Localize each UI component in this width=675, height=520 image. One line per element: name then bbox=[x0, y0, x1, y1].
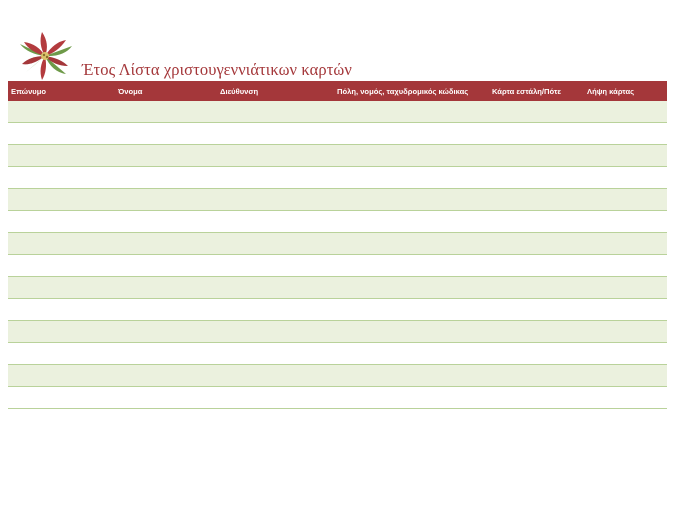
poinsettia-logo bbox=[20, 32, 72, 80]
column-header-address: Διεύθυνση bbox=[220, 87, 259, 96]
table-row[interactable] bbox=[8, 211, 667, 233]
column-header-city-state-zip: Πόλη, νομός, ταχυδρομικός κώδικας bbox=[337, 87, 469, 96]
page-title: Έτος Λίστα χριστουγεννιάτικων καρτών bbox=[82, 60, 352, 79]
table-row[interactable] bbox=[8, 233, 667, 255]
table-row[interactable] bbox=[8, 167, 667, 189]
column-header-last-name: Επώνυμο bbox=[11, 87, 47, 96]
table-row[interactable] bbox=[8, 365, 667, 387]
table-row[interactable] bbox=[8, 189, 667, 211]
table-row[interactable] bbox=[8, 299, 667, 321]
table-row[interactable] bbox=[8, 101, 667, 123]
table-row[interactable] bbox=[8, 387, 667, 409]
table-row[interactable] bbox=[8, 343, 667, 365]
table-row[interactable] bbox=[8, 255, 667, 277]
table-row[interactable] bbox=[8, 123, 667, 145]
table-row[interactable] bbox=[8, 145, 667, 167]
table-header: Επώνυμο Όνομα Διεύθυνση Πόλη, νομός, ταχ… bbox=[8, 81, 667, 101]
column-header-card-received: Λήψη κάρτας bbox=[587, 87, 635, 96]
table-row[interactable] bbox=[8, 277, 667, 299]
column-header-card-sent: Κάρτα εστάλη/Πότε bbox=[492, 87, 561, 96]
column-header-first-name: Όνομα bbox=[118, 87, 143, 96]
table-row[interactable] bbox=[8, 321, 667, 343]
table-body bbox=[8, 101, 667, 409]
christmas-card-table: Επώνυμο Όνομα Διεύθυνση Πόλη, νομός, ταχ… bbox=[8, 81, 667, 409]
